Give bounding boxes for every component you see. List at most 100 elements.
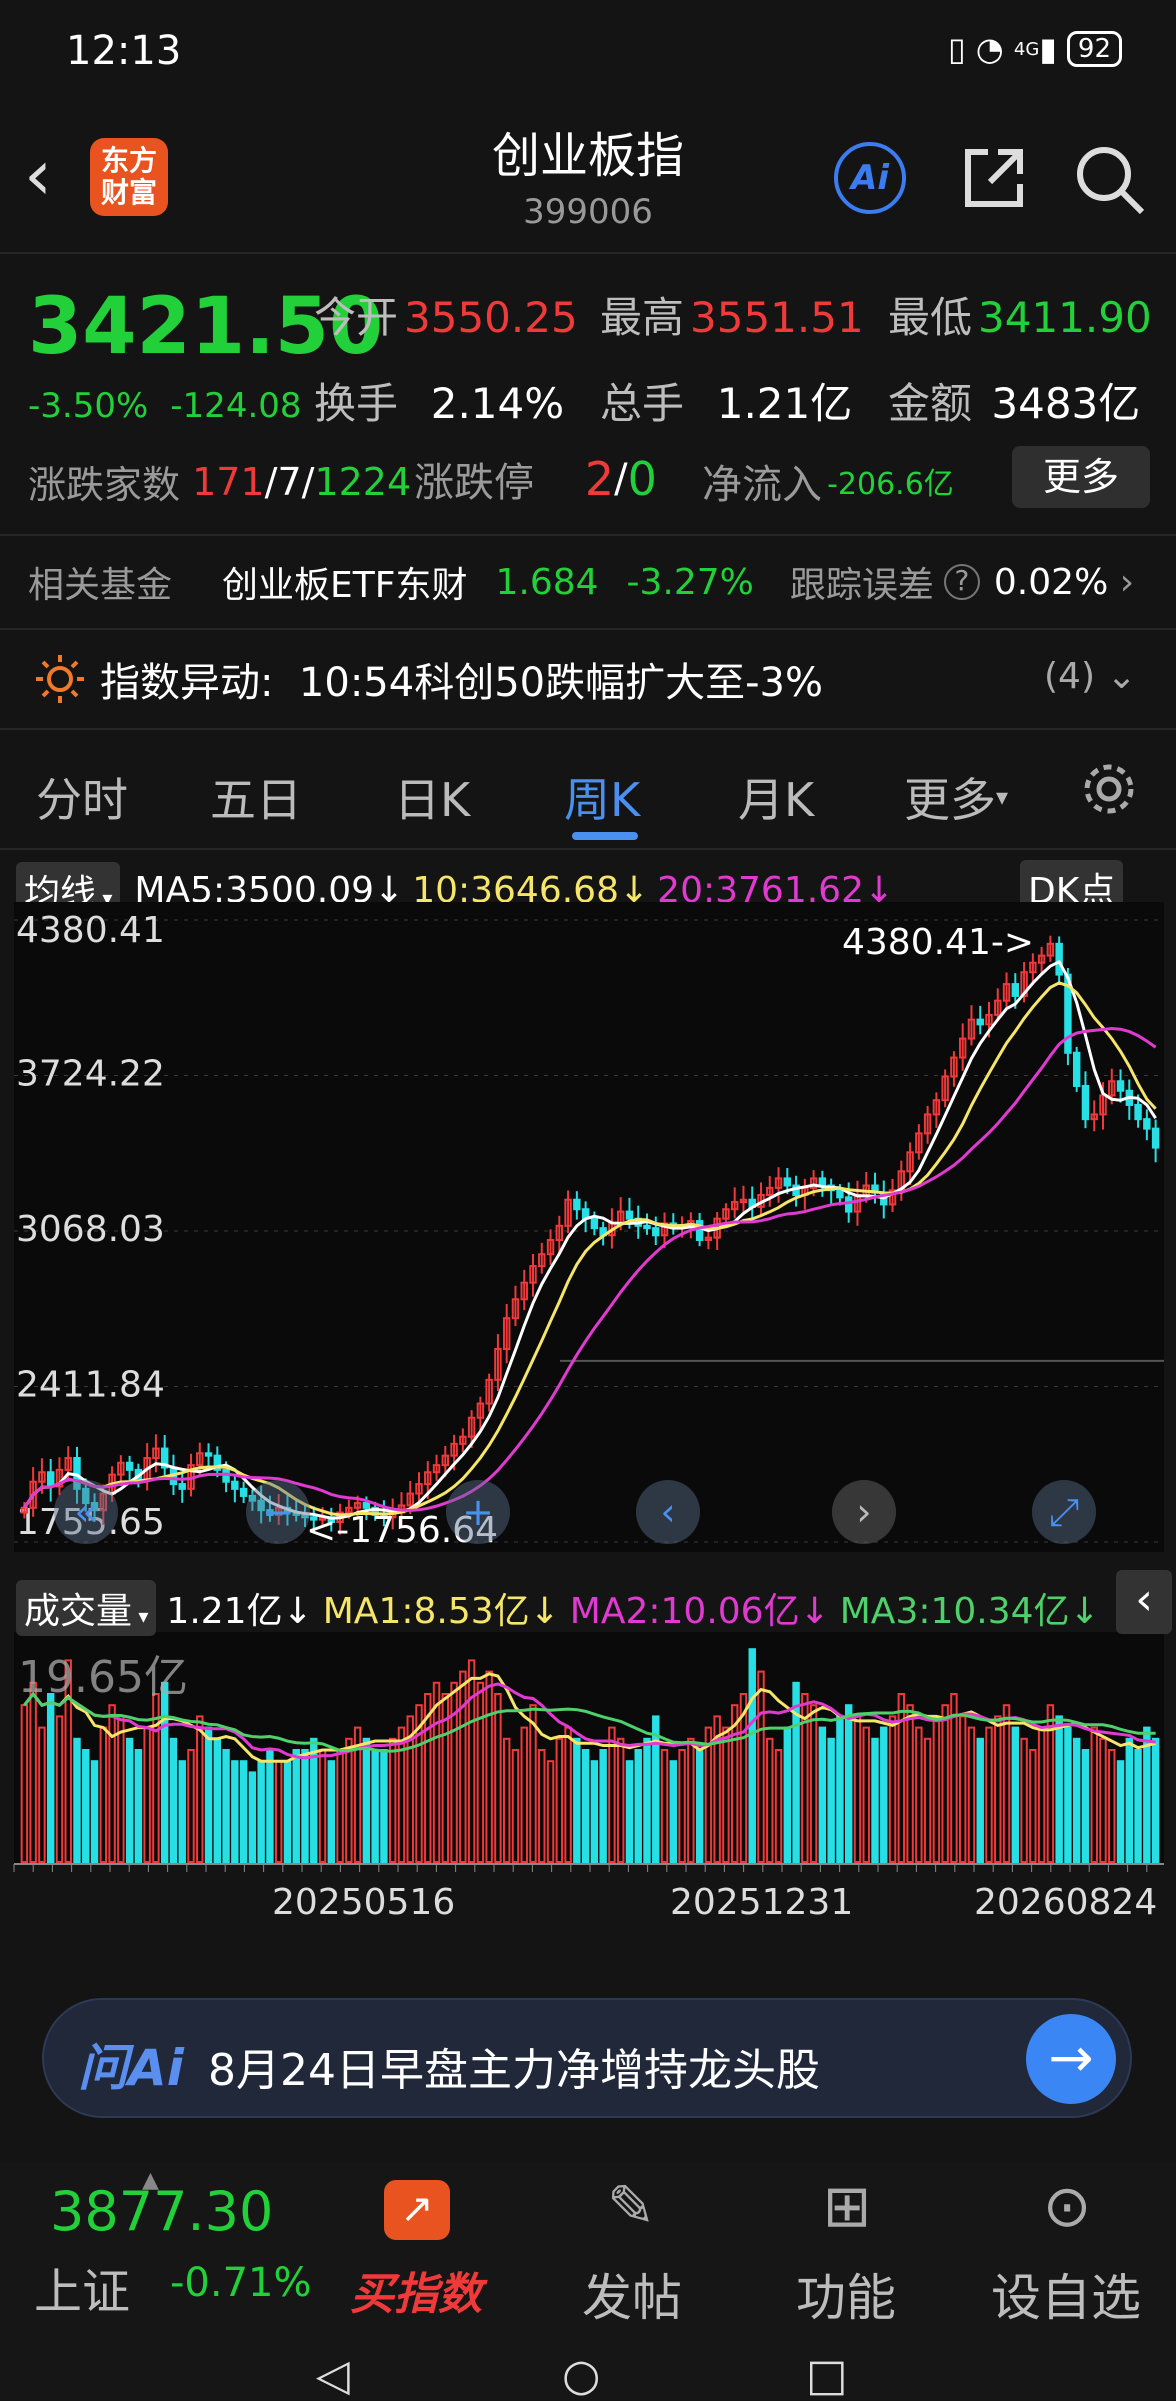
candle [1134,1103,1142,1121]
netflow-stat: 净流入 -206.6亿 [702,462,954,508]
sh-label: 上证 [34,2264,131,2320]
scroll-left-fast-button[interactable]: « [54,1480,118,1544]
buy-index-button[interactable]: 买指数 [350,2258,482,2322]
volume-bar [239,1760,248,1864]
system-home-icon[interactable]: ○ [562,2350,600,2401]
tab-intraday[interactable]: 分时 [36,764,128,830]
open-stat: 今开 3550.25 [314,293,578,342]
volume-bar [222,1749,230,1863]
zoom-out-button[interactable]: − [246,1480,310,1544]
volume-bar [634,1749,642,1863]
settings-icon[interactable] [1078,758,1140,820]
fund-pct: -3.27% [626,561,754,603]
change-abs: -124.08 [170,386,302,426]
volume-bar [783,1726,792,1863]
y-tick-label: 4380.41 [16,910,165,951]
system-recents-icon[interactable]: □ [806,2350,848,2401]
change-pct: -3.50% [28,386,149,426]
signal-label: 4G [1013,38,1040,60]
volume-bar [599,1749,607,1863]
amount-stat: 金额 3483亿 [888,379,1141,428]
status-icons: ▯ ◔ 4G ▮ 92 [948,30,1122,68]
volume-bar [1011,1726,1020,1863]
tab-monthly-k[interactable]: 月K [738,764,814,830]
search-icon[interactable] [1072,142,1148,218]
tab-weekly-k[interactable]: 周K [564,764,640,830]
x-tick-label: 20260824 [974,1882,1157,1923]
share-icon[interactable] [958,142,1030,214]
price-change: -3.50% -124.08 [28,386,302,426]
battery-icon: 92 [1066,31,1122,67]
volume-bar [669,1760,678,1864]
volume-bar [283,1760,292,1864]
fund-name: 创业板ETF东财 [222,565,468,606]
more-circle-icon: ⊙ [1042,2172,1092,2240]
volume-bar [362,1737,371,1863]
fullscreen-icon[interactable]: ⤢ [1032,1480,1096,1544]
volume-bar [204,1726,213,1863]
volume-bar [134,1749,143,1863]
related-fund-row[interactable]: 相关基金 创业板ETF东财 1.684 -3.27% 跟踪误差 ? 0.02% … [28,556,1134,608]
zoom-in-button[interactable]: + [446,1480,510,1544]
volume-bar [1081,1749,1090,1863]
volume-bar [178,1760,186,1864]
volume-bar [844,1704,853,1864]
fund-price: 1.684 [495,561,599,603]
wifi-icon: ◔ [975,30,1004,68]
tab-daily-k[interactable]: 日K [394,764,470,830]
candle [46,1471,55,1488]
index-alert[interactable]: 指数异动: 10:54科创50跌幅扩大至-3% [34,650,823,708]
add-watchlist-button[interactable]: 设自选 [986,2258,1146,2330]
tab-five-day[interactable]: 五日 [210,764,302,830]
vibrate-icon: ▯ [948,30,966,68]
volume-bar [1072,1737,1081,1863]
volume-type-dropdown[interactable]: 成交量 ▾ [16,1580,157,1636]
candle [976,1018,984,1026]
scroll-left-button[interactable]: ‹ [636,1480,700,1544]
candle [573,1198,581,1211]
chevron-right-icon: › [1108,561,1135,603]
y-tick-label: 2411.84 [16,1365,165,1406]
x-tick-label: 20250516 [272,1882,455,1923]
scroll-right-button[interactable]: › [832,1480,896,1544]
volume-bar [380,1749,388,1863]
tab-more[interactable]: 更多 ▾ [904,764,1008,830]
candle [1116,1080,1125,1092]
candle [1151,1127,1160,1149]
arrow-right-icon[interactable]: → [1026,2014,1116,2104]
volume-bar [1134,1749,1142,1863]
x-tick-label: 20251231 [670,1882,853,1923]
post-button[interactable]: 发帖 [572,2258,692,2330]
help-icon[interactable]: ? [943,564,980,600]
candle [125,1461,134,1471]
volume-bar [871,1737,879,1863]
system-back-icon[interactable]: ◁ [316,2350,350,2401]
ask-ai-text: 8月24日早盘主力净增持龙头股 [208,2045,820,2096]
candle [1011,983,1020,997]
volume-bar [292,1749,300,1863]
more-stats-button[interactable]: 更多 [1012,446,1150,508]
volume-max-label: 19.65亿 [18,1652,188,1703]
volume-bar [125,1737,134,1863]
active-tab-indicator [572,832,638,840]
edit-icon: ✎ [606,2172,656,2240]
ask-ai-bar[interactable]: 问Ai 8月24日早盘主力净增持龙头股 → [42,1998,1132,2118]
price-plot-bg [14,902,1164,1552]
ai-button[interactable]: Ai [834,142,906,214]
turnover-stat: 换手 2.14% [314,379,565,428]
volume-bar [1125,1737,1134,1863]
candle [625,1210,634,1220]
volume-legend: 成交量 ▾ 1.21亿↓ MA1:8.53亿↓ MA2:10.06亿↓ MA3:… [16,1580,1100,1636]
sun-icon [36,655,84,703]
volume-bar [46,1693,55,1863]
sh-price[interactable]: 3877.30 [50,2180,273,2243]
candle [695,1220,704,1242]
alert-count[interactable]: (4) ⌄ [1044,656,1137,697]
kline-chart[interactable]: 4380.413724.223068.032411.841755.654380.… [0,902,1176,1962]
volume-bar [1064,1726,1072,1863]
limit-stat: 涨跌停 2/0 [414,452,657,506]
collapse-panel-button[interactable]: ‹ [1116,1570,1172,1634]
volume-bar [695,1749,704,1863]
volume-bar [590,1760,599,1864]
function-button[interactable]: 功能 [786,2258,906,2330]
